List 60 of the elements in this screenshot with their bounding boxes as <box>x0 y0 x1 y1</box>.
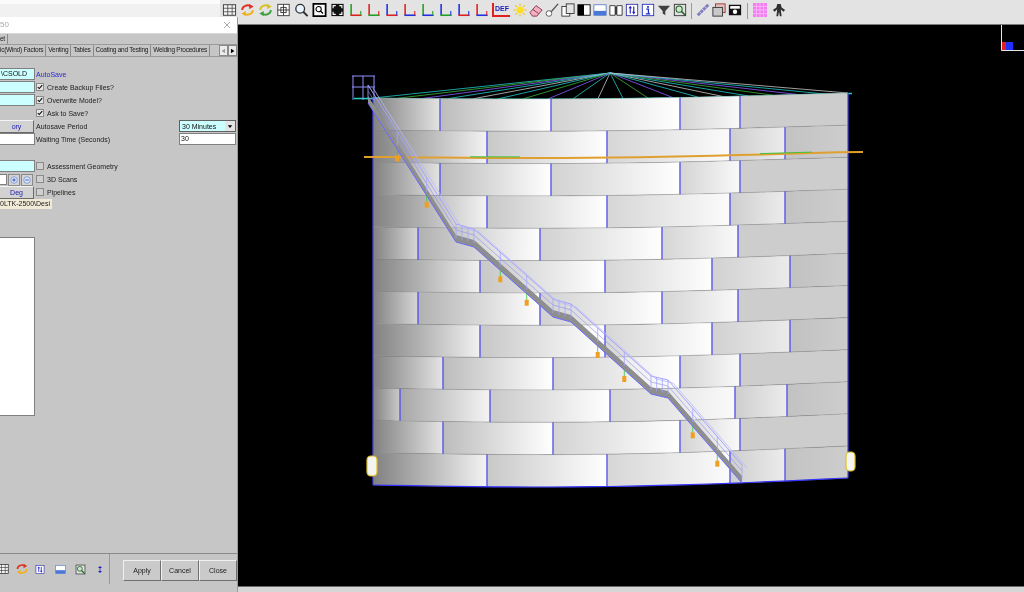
pin-icon[interactable] <box>545 3 559 17</box>
checkbox[interactable] <box>36 109 44 117</box>
rotate-icon[interactable] <box>16 563 28 575</box>
spinner-field[interactable] <box>0 174 7 185</box>
vertical-arrows-icon[interactable] <box>96 563 104 575</box>
axis-view-icon[interactable] <box>420 3 435 17</box>
swap-icon[interactable] <box>625 3 639 17</box>
checkmark-icon <box>37 97 43 103</box>
contrast-icon[interactable] <box>577 3 591 17</box>
book-icon[interactable] <box>609 3 623 17</box>
plus-icon <box>10 175 18 184</box>
dropdown-arrow-button[interactable] <box>225 121 235 131</box>
axis-view-icon[interactable] <box>366 3 381 17</box>
camera-icon[interactable] <box>728 3 742 17</box>
decrement-button[interactable] <box>21 173 33 186</box>
zoom-box-icon[interactable] <box>75 563 86 575</box>
zoom-extents-icon[interactable] <box>330 3 345 17</box>
figure-icon[interactable] <box>772 3 786 17</box>
window-icon[interactable] <box>593 3 607 17</box>
rotate-icon[interactable] <box>240 3 255 17</box>
checkbox[interactable] <box>36 188 44 196</box>
checkmark-icon <box>37 84 43 90</box>
list-box[interactable] <box>0 237 35 416</box>
3d-viewport[interactable] <box>238 25 1024 586</box>
window-title: 50 <box>0 21 9 29</box>
tab-scroll-right-button[interactable] <box>228 45 237 56</box>
zoom-box-icon[interactable] <box>673 3 687 17</box>
triangle-right-icon <box>230 47 235 54</box>
axis-view-icon[interactable] <box>402 3 417 17</box>
triangle-left-icon <box>221 47 226 54</box>
axis-view-icon[interactable] <box>438 3 453 17</box>
zoom-window-icon[interactable] <box>312 3 327 17</box>
input-field[interactable] <box>0 94 35 106</box>
checkbox[interactable] <box>36 83 44 91</box>
axis-view-icon[interactable] <box>474 3 489 17</box>
window-icon[interactable] <box>55 563 66 575</box>
close-icon <box>222 21 231 29</box>
checkbox[interactable] <box>36 96 44 104</box>
frame-icon[interactable] <box>276 3 291 17</box>
zoom-icon[interactable] <box>294 3 309 17</box>
grid-icon[interactable] <box>0 563 9 575</box>
filter-icon[interactable] <box>657 3 671 17</box>
eraser-icon[interactable] <box>529 3 543 17</box>
input-field[interactable] <box>0 133 35 145</box>
input-field[interactable] <box>0 160 35 172</box>
increment-button[interactable] <box>8 173 20 186</box>
checkbox[interactable] <box>36 175 44 183</box>
checkmark-icon <box>37 110 43 116</box>
minus-icon <box>23 175 31 184</box>
axis-view-icon[interactable] <box>384 3 399 17</box>
copy-icon[interactable] <box>561 3 575 17</box>
grid-icon[interactable] <box>222 3 237 17</box>
axis-view-icon[interactable] <box>348 3 363 17</box>
layers-icon[interactable] <box>712 3 726 17</box>
info-icon[interactable] <box>641 3 655 17</box>
input-field[interactable] <box>0 81 35 93</box>
caret-down-icon <box>227 123 233 129</box>
swap-icon[interactable] <box>35 563 45 575</box>
checkbox[interactable] <box>36 162 44 170</box>
axis-view-icon[interactable] <box>456 3 471 17</box>
